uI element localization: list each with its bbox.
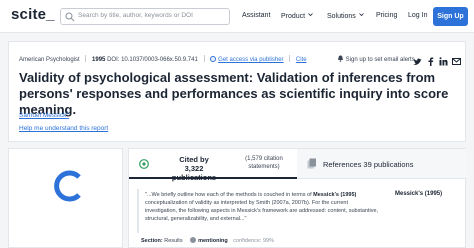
scite-logo[interactable]: scite_	[11, 6, 55, 23]
quote-text: "...We briefly outline how each of the m…	[145, 192, 314, 198]
author-name: Samuel Messick	[19, 112, 67, 120]
references-label: References 39 publications	[323, 160, 414, 169]
author-link[interactable]: Samuel Messick1	[19, 110, 69, 119]
quote-bar	[137, 189, 139, 233]
twitter-icon[interactable]	[413, 53, 422, 65]
nav-assistant[interactable]: Assistant	[242, 12, 270, 19]
article-meta: American Psychologist 1995 DOI: 10.1037/…	[19, 55, 307, 63]
nav-solutions[interactable]: Solutions	[327, 12, 364, 20]
citation-statement-icon	[139, 159, 149, 169]
divider	[203, 55, 205, 62]
divider	[85, 55, 87, 62]
citation-snippet: "...We briefly outline how each of the m…	[137, 189, 459, 247]
search-placeholder: Search by title, author, keywords or DOI	[78, 12, 193, 19]
linkedin-icon[interactable]	[439, 53, 448, 66]
top-nav: scite_ Search by title, author, keywords…	[0, 0, 474, 33]
login-link[interactable]: Log In	[408, 12, 427, 19]
bell-icon	[338, 55, 343, 62]
cite-link[interactable]: Cite	[296, 57, 307, 63]
divider	[289, 55, 291, 62]
confidence-score: confidence: 99%	[233, 238, 274, 244]
section-value: Results	[164, 238, 183, 244]
alerts-label: Sign up to set email alerts	[345, 57, 415, 63]
cited-reference-badge[interactable]: Messick's (1995)	[395, 191, 442, 197]
journal-name: American Psychologist	[19, 57, 80, 63]
search-input[interactable]: Search by title, author, keywords or DOI	[60, 8, 230, 25]
article-title: Validity of psychological assessment: Va…	[19, 70, 449, 117]
doi: DOI: 10.1037/0003-066x.50.9.741	[107, 57, 198, 63]
citation-statements-count: (1,579 citation statements)	[245, 156, 283, 170]
quote-text: conceptualization of validity as interpr…	[145, 200, 379, 222]
share-icons	[413, 53, 461, 66]
chevron-down-icon	[359, 13, 364, 17]
access-link[interactable]: Get access via publisher	[218, 57, 283, 63]
author-affiliation: 1	[66, 110, 69, 115]
mentioning-icon	[190, 237, 197, 243]
quote-highlight: Messick's (1995)	[313, 192, 357, 198]
mention-type: mentioning	[198, 238, 228, 244]
article-header: American Psychologist 1995 DOI: 10.1037/…	[8, 41, 466, 142]
facebook-icon[interactable]	[426, 53, 435, 66]
nav-product[interactable]: Product	[281, 12, 313, 20]
access-icon	[210, 56, 217, 62]
help-link[interactable]: Help me understand this report	[19, 125, 108, 132]
snippet-meta: Section: Results mentioning confidence: …	[141, 237, 274, 244]
signup-button[interactable]: Sign Up	[433, 7, 468, 26]
citations-panel: Cited by 3,322 publications (1,579 citat…	[128, 148, 467, 248]
loading-spinner-icon	[54, 170, 81, 202]
tab-cited-by[interactable]: Cited by 3,322 publications (1,579 citat…	[129, 149, 297, 182]
nav-pricing[interactable]: Pricing	[376, 12, 397, 19]
email-alerts-link[interactable]: Sign up to set email alerts	[337, 55, 415, 63]
cited-by-count: Cited by 3,322 publications	[171, 155, 217, 182]
nav-product-label: Product	[281, 13, 306, 20]
references-icon	[307, 158, 316, 169]
section-label: Section:	[141, 238, 163, 244]
citation-quote: "...We briefly outline how each of the m…	[145, 191, 381, 223]
search-icon	[65, 12, 75, 22]
loading-panel	[8, 148, 123, 248]
email-share-icon[interactable]	[452, 53, 461, 65]
nav-solutions-label: Solutions	[327, 13, 356, 20]
chevron-down-icon	[308, 13, 313, 17]
tab-references[interactable]: References 39 publications	[297, 149, 467, 179]
publication-year: 1995	[92, 57, 106, 63]
